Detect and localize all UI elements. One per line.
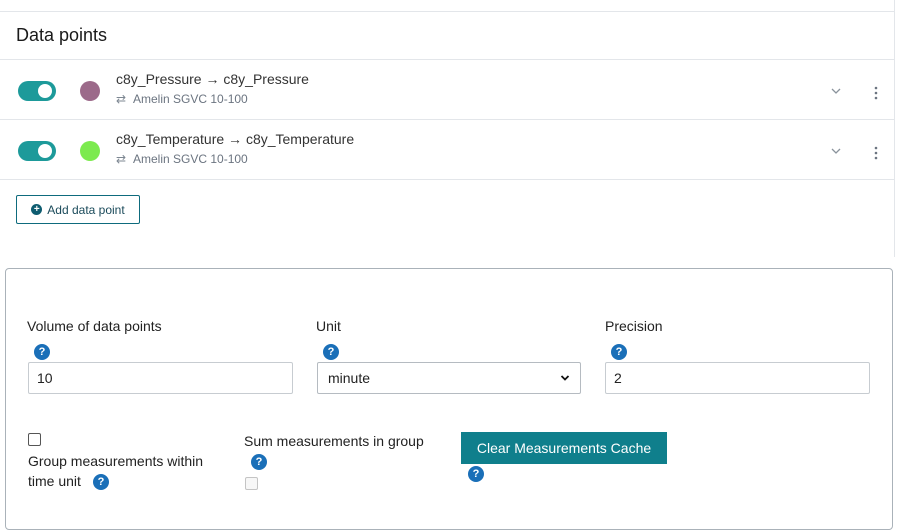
chevron-down-icon[interactable] — [830, 145, 842, 157]
datapoint-row-pressure: c8y_Pressure → c8y_Pressure ⇄ Amelin SGV… — [0, 60, 895, 120]
precision-label: Precision — [605, 318, 663, 334]
swap-arrows-icon: ⇄ — [116, 152, 127, 166]
swap-arrows-icon: ⇄ — [116, 92, 127, 106]
more-options-icon[interactable] — [872, 146, 880, 160]
unit-label: Unit — [316, 318, 341, 334]
chevron-down-icon[interactable] — [830, 85, 842, 97]
group-measurements-checkbox[interactable] — [28, 433, 41, 446]
unit-help-icon[interactable]: ? — [323, 344, 339, 360]
datapoint-name: c8y_Temperature → c8y_Temperature — [116, 131, 355, 147]
group-help-icon[interactable]: ? — [93, 474, 109, 490]
panel-title: Data points — [16, 25, 108, 45]
source-label: Amelin SGVC 10-100 — [133, 152, 248, 166]
toggle-knob — [38, 144, 52, 158]
unit-selected-value: minute — [328, 370, 371, 386]
plus-circle-icon: + — [31, 204, 43, 215]
toggle-knob — [38, 84, 52, 98]
datapoint-list: c8y_Pressure → c8y_Pressure ⇄ Amelin SGV… — [0, 59, 895, 180]
data-points-panel: Data points c8y_Pressure → c8y_Pressure … — [0, 12, 895, 257]
color-swatch[interactable] — [80, 141, 100, 161]
datapoint-toggle[interactable] — [18, 141, 56, 161]
clear-cache-help-icon[interactable]: ? — [468, 466, 484, 482]
sum-help-icon[interactable]: ? — [251, 454, 267, 470]
precision-input[interactable] — [605, 362, 870, 394]
datapoint-source: ⇄ Amelin SGVC 10-100 — [116, 152, 248, 166]
datapoint-source: ⇄ Amelin SGVC 10-100 — [116, 92, 248, 106]
datapoint-row-temperature: c8y_Temperature → c8y_Temperature ⇄ Amel… — [0, 120, 895, 180]
datapoint-name: c8y_Pressure → c8y_Pressure — [116, 71, 309, 87]
group-measurements-label: Group measurements within time unit — [28, 451, 228, 491]
group-measurements-text: Group measurements within time unit — [28, 453, 204, 489]
top-panel-edge — [0, 0, 895, 12]
precision-help-icon[interactable]: ? — [611, 344, 627, 360]
sum-measurements-checkbox[interactable] — [245, 477, 258, 490]
clear-measurements-cache-button[interactable]: Clear Measurements Cache — [461, 432, 667, 464]
more-options-icon[interactable] — [872, 86, 880, 100]
chevron-down-icon — [560, 375, 570, 381]
volume-help-icon[interactable]: ? — [34, 344, 50, 360]
unit-select[interactable]: minute — [317, 362, 581, 394]
volume-input[interactable] — [28, 362, 293, 394]
add-data-point-label: Add data point — [47, 202, 125, 217]
datapoint-toggle[interactable] — [18, 81, 56, 101]
color-swatch[interactable] — [80, 81, 100, 101]
add-data-point-button[interactable]: + Add data point — [16, 195, 140, 224]
source-label: Amelin SGVC 10-100 — [133, 92, 248, 106]
volume-label: Volume of data points — [27, 318, 162, 334]
measurement-settings-panel: Volume of data points ? Unit ? minute Pr… — [5, 268, 893, 530]
sum-measurements-label: Sum measurements in group — [244, 433, 424, 449]
